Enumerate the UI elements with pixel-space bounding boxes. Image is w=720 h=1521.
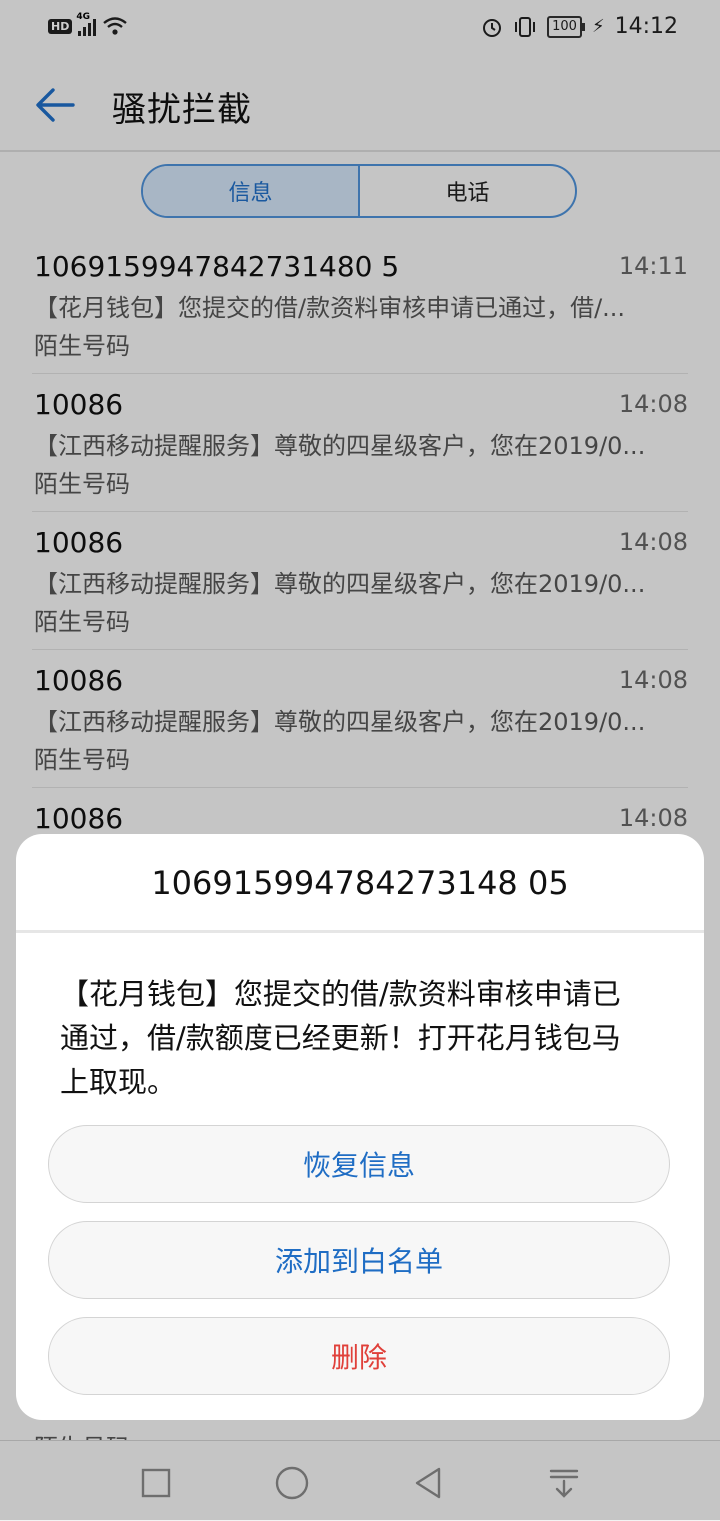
- dialog-title: 106915994784273148 05: [151, 864, 569, 902]
- restore-message-button[interactable]: 恢复信息: [48, 1125, 670, 1203]
- message-detail-dialog: 106915994784273148 05 【花月钱包】您提交的借/款资料审核申…: [16, 834, 704, 1420]
- dialog-message: 【花月钱包】您提交的借/款资料审核申请已通过，借/款额度已经更新！打开花月钱包马…: [60, 977, 621, 1099]
- delete-button[interactable]: 删除: [48, 1317, 670, 1395]
- dialog-divider: [16, 930, 704, 933]
- add-to-whitelist-button[interactable]: 添加到白名单: [48, 1221, 670, 1299]
